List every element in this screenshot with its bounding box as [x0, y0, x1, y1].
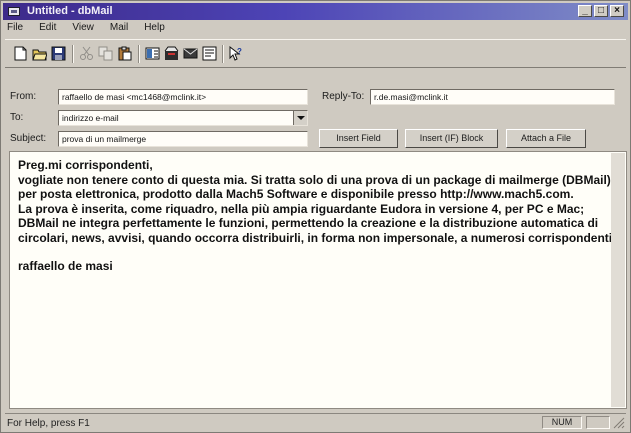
message-line: Preg.mi corrispondenti,	[18, 158, 153, 172]
status-help-text: For Help, press F1	[7, 418, 90, 429]
reply-to-field[interactable]: r.de.masi@mclink.it	[370, 89, 615, 105]
address-book-icon[interactable]	[145, 46, 160, 61]
minimize-button[interactable]: _	[578, 5, 592, 17]
message-line: vogliate non tenere conto di questa mia.…	[18, 172, 611, 202]
toolbar-separator	[138, 45, 140, 63]
menu-help[interactable]: Help	[142, 22, 167, 38]
send-icon[interactable]	[183, 46, 198, 61]
toolbar: ?	[5, 39, 626, 68]
from-label: From:	[10, 91, 37, 102]
insert-field-button[interactable]: Insert Field	[319, 129, 398, 148]
chevron-down-icon[interactable]	[293, 111, 307, 125]
status-bar: For Help, press F1 NUM	[5, 413, 626, 432]
menu-file[interactable]: File	[5, 22, 25, 38]
to-value: indirizzo e-mail	[62, 113, 119, 123]
subject-label: Subject:	[10, 133, 47, 144]
new-document-icon[interactable]	[13, 46, 28, 61]
context-help-icon[interactable]: ?	[228, 46, 243, 61]
window-title: Untitled - dbMail	[27, 5, 113, 17]
menu-bar: File Edit View Mail Help	[5, 22, 167, 38]
subject-field[interactable]: prova di un mailmerge	[58, 131, 308, 147]
from-field[interactable]: raffaello de masi <mc1468@mclink.it>	[58, 89, 308, 105]
maximize-button[interactable]: □	[594, 5, 608, 17]
to-label: To:	[10, 112, 24, 123]
properties-icon[interactable]	[202, 46, 217, 61]
close-button[interactable]: ×	[610, 5, 624, 17]
toolbar-separator	[222, 45, 224, 63]
menu-view[interactable]: View	[70, 22, 96, 38]
copy-icon[interactable]	[98, 46, 113, 61]
reply-to-label: Reply-To:	[322, 91, 365, 102]
menu-edit[interactable]: Edit	[37, 22, 58, 38]
attach-file-button[interactable]: Attach a File	[506, 129, 586, 148]
message-line	[18, 245, 618, 259]
mailbox-icon[interactable]	[164, 46, 179, 61]
resize-grip-icon[interactable]	[613, 417, 625, 429]
insert-if-block-button[interactable]: Insert (IF) Block	[405, 129, 498, 148]
main-window: Untitled - dbMail _ □ × File Edit View M…	[0, 0, 631, 433]
menu-mail[interactable]: Mail	[108, 22, 130, 38]
status-pane	[586, 416, 610, 429]
app-icon[interactable]	[8, 7, 20, 16]
vertical-scrollbar[interactable]	[611, 153, 625, 407]
num-lock-indicator: NUM	[542, 416, 582, 429]
message-line: La prova è inserita, come riquadro, nell…	[18, 201, 616, 245]
cut-icon[interactable]	[79, 46, 94, 61]
paste-icon[interactable]	[117, 46, 132, 61]
to-combo[interactable]: indirizzo e-mail	[58, 110, 308, 126]
svg-text:?: ?	[237, 47, 242, 56]
title-bar[interactable]: Untitled - dbMail _ □ ×	[3, 3, 628, 20]
open-folder-icon[interactable]	[32, 46, 47, 61]
toolbar-separator	[72, 45, 74, 63]
message-line: raffaello de masi	[18, 259, 113, 273]
save-icon[interactable]	[51, 46, 66, 61]
message-body[interactable]: Preg.mi corrispondenti, vogliate non ten…	[9, 151, 627, 409]
